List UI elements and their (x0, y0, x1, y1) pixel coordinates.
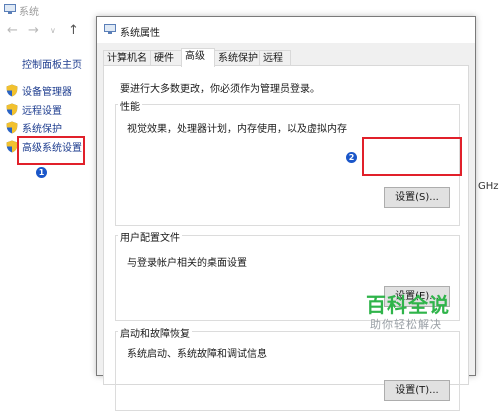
highlight-box-advanced-settings (17, 136, 85, 165)
tab-advanced[interactable]: 高级 (181, 48, 215, 67)
step-1-badge: 1 (36, 167, 47, 178)
computer-icon (104, 24, 116, 34)
uac-shield-icon (6, 103, 18, 116)
watermark-subtitle: 助你轻松解决 (370, 318, 442, 331)
chevron-down-icon[interactable]: ∨ (50, 26, 56, 35)
watermark-title: 百科全说 (366, 293, 450, 317)
uac-shield-icon (6, 84, 18, 97)
computer-icon (4, 4, 16, 14)
sidebar-item-device-manager[interactable]: 设备管理器 (6, 83, 72, 98)
startup-recovery-settings-button[interactable]: 设置(T)... (384, 380, 450, 401)
group-title: 启动和故障恢复 (118, 325, 192, 340)
dialog-titlebar: 系统属性 (97, 17, 475, 43)
sidebar-item-label: 远程设置 (22, 106, 62, 117)
tab-computer-name[interactable]: 计算机名 (103, 50, 151, 66)
control-panel-home-link[interactable]: 控制面板主页 (22, 56, 82, 71)
sidebar-item-system-protection[interactable]: 系统保护 (6, 120, 62, 135)
startup-recovery-group: 启动和故障恢复 系统启动、系统故障和调试信息 设置(T)... (115, 325, 460, 411)
uac-shield-icon (6, 121, 18, 134)
processor-speed-text: GHz (478, 181, 499, 192)
group-description: 视觉效果，处理器计划，内存使用，以及虚拟内存 (127, 124, 347, 135)
step-2-badge: 2 (346, 152, 357, 163)
sidebar-item-label: 系统保护 (22, 124, 62, 135)
group-description: 与登录帐户相关的桌面设置 (127, 258, 247, 269)
up-arrow-icon[interactable]: ↑ (68, 23, 79, 38)
tab-hardware[interactable]: 硬件 (150, 50, 182, 66)
dialog-title: 系统属性 (120, 28, 160, 39)
performance-settings-button[interactable]: 设置(S)... (384, 187, 450, 208)
highlight-box-performance-settings (362, 137, 462, 176)
sidebar-item-label: 设备管理器 (22, 87, 72, 98)
forward-arrow-icon[interactable]: → (28, 23, 39, 38)
group-title: 性能 (118, 98, 142, 113)
system-window-title: 系统 (19, 7, 39, 18)
sidebar-item-remote-settings[interactable]: 远程设置 (6, 102, 62, 117)
advanced-tab-panel: 要进行大多数更改，你必须作为管理员登录。 性能 视觉效果，处理器计划，内存使用，… (103, 65, 469, 411)
group-description: 系统启动、系统故障和调试信息 (127, 349, 267, 360)
back-arrow-icon[interactable]: ← (7, 23, 18, 38)
navigation-bar: ← → ∨ ↑ (0, 22, 96, 44)
admin-note: 要进行大多数更改，你必须作为管理员登录。 (120, 84, 320, 95)
tab-remote[interactable]: 远程 (259, 50, 291, 66)
tab-system-protection[interactable]: 系统保护 (214, 50, 260, 66)
group-title: 用户配置文件 (118, 229, 182, 244)
